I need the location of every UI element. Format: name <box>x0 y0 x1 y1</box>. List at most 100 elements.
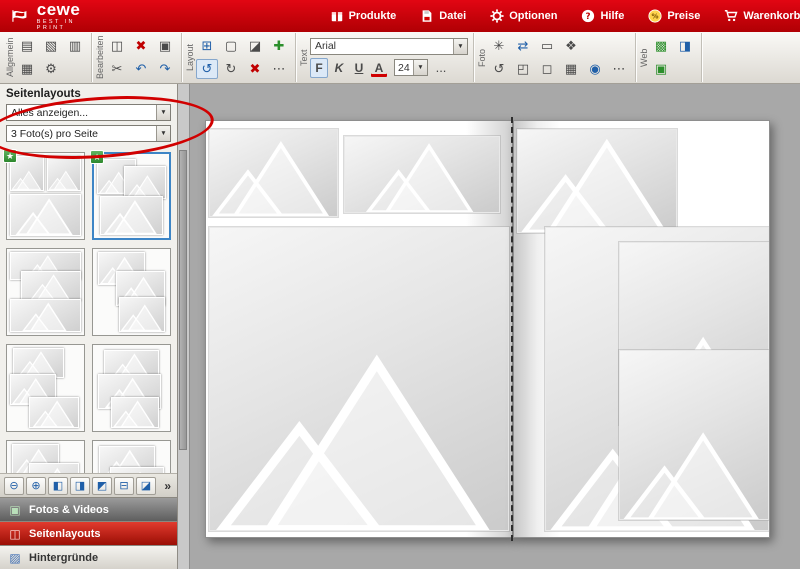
grid-button[interactable]: ⊞ <box>196 36 218 56</box>
delete-project-button[interactable]: ▥ <box>64 36 86 56</box>
photo-placeholder[interactable] <box>209 227 509 531</box>
layout-thumbnail-7[interactable] <box>6 440 85 473</box>
layout-more-button[interactable]: ⋯ <box>268 59 290 79</box>
redo-button[interactable]: ↷ <box>154 59 176 79</box>
sidebar-item-label: Hintergründe <box>29 552 98 564</box>
duplicate-page-button[interactable]: ◪ <box>244 36 266 56</box>
sidebar-item-label: Fotos & Videos <box>29 504 109 516</box>
paste-button[interactable]: ▣ <box>154 36 176 56</box>
layout-thumbnail-8[interactable] <box>92 440 171 473</box>
italic-button[interactable]: K <box>330 58 348 78</box>
web-gallery-button[interactable]: ▩ <box>650 36 672 56</box>
zoom-out-button[interactable]: ⊖ <box>4 477 24 495</box>
products-icon <box>330 9 344 23</box>
photo-crop-button[interactable]: ◰ <box>512 59 534 79</box>
photo-placeholder[interactable] <box>619 350 769 521</box>
settings-button[interactable]: ⚙ <box>40 59 62 79</box>
thumb-photo-slot <box>47 156 81 190</box>
menu-item-label: Datei <box>439 10 466 22</box>
layout-thumbnail-6[interactable] <box>92 344 171 432</box>
layout-category-select[interactable]: Alles anzeigen... ▼ <box>6 104 171 121</box>
delete-button[interactable]: ✖ <box>130 36 152 56</box>
photo-swap-button[interactable]: ⇄ <box>512 36 534 56</box>
cut-button[interactable]: ✂ <box>106 59 128 79</box>
toolbar-group-bearbeiten: Bearbeiten◫✖▣✂↶↷ <box>92 33 182 82</box>
save-as-button[interactable]: ▦ <box>16 59 38 79</box>
expand-panel-button[interactable]: » <box>164 479 173 493</box>
photo-placeholder[interactable] <box>209 129 338 216</box>
layout-view-2-button[interactable]: ◨ <box>70 477 90 495</box>
brand-name: cewe <box>37 1 88 18</box>
toolbar-group-layout: Layout⊞▢◪✚ ↺↻✖⋯ <box>182 33 296 82</box>
photo-enhance-button[interactable]: ✳ <box>488 36 510 56</box>
layout-thumbnail-2[interactable]: ★ <box>92 152 171 240</box>
font-color-button[interactable]: A <box>370 58 388 78</box>
sidebar-item-hintergr-nde[interactable]: ▨ Hintergründe <box>0 545 177 569</box>
insert-page-button[interactable]: ▢ <box>220 36 242 56</box>
bold-button[interactable]: F <box>310 58 328 78</box>
photos-per-page-select[interactable]: 3 Foto(s) pro Seite ▼ <box>6 125 171 142</box>
toolbar-group-label: Layout <box>184 35 196 80</box>
menu-item-produkte[interactable]: Produkte <box>330 9 397 23</box>
undo-button[interactable]: ↶ <box>130 59 152 79</box>
sidebar-scrollbar[interactable] <box>178 84 190 569</box>
toolbar-group-foto: Foto✳⇄▭❖↺◰◻▦◉⋯ <box>474 33 636 82</box>
layout-thumbnail-1[interactable]: ★ <box>6 152 85 240</box>
web-chart-button[interactable]: ◨ <box>674 36 696 56</box>
copy-button[interactable]: ◫ <box>106 36 128 56</box>
menu-item-label: Optionen <box>509 10 557 22</box>
add-page-button[interactable]: ✚ <box>268 36 290 56</box>
layout-thumbnail-grid: ★★ <box>0 146 177 473</box>
sidebar-item-label: Seitenlayouts <box>29 528 101 540</box>
photo-more-button[interactable]: ⋯ <box>608 59 630 79</box>
photo-placeholder[interactable] <box>517 129 678 233</box>
layout-thumbnail-4[interactable] <box>92 248 171 336</box>
scrollbar-thumb[interactable] <box>179 150 187 450</box>
photos-per-page-value: 3 Foto(s) pro Seite <box>11 128 98 140</box>
thumb-photo-slot <box>111 397 159 428</box>
sidebar-toolbar: ⊖⊕◧◨◩⊟◪ » <box>0 473 177 497</box>
menubar: Produkte Datei Optionen ?Hilfe %Preise Warenk… <box>330 9 800 23</box>
rotate-page-button[interactable]: ↺ <box>196 59 218 79</box>
layout-view-4-button[interactable]: ⊟ <box>114 477 134 495</box>
nav-backgrounds-icon: ▨ <box>7 551 23 565</box>
remove-page-button[interactable]: ✖ <box>244 59 266 79</box>
layout-thumbnail-3[interactable] <box>6 248 85 336</box>
menu-item-preise[interactable]: %Preise <box>648 9 700 23</box>
font-family-select[interactable]: Arial ▼ <box>310 38 468 55</box>
photo-border-button[interactable]: ▭ <box>536 36 558 56</box>
font-size-select[interactable]: 24 ▼ <box>394 59 428 76</box>
top-menu-bar: cewe BEST IN PRINT ProdukteDateiOptionen… <box>0 0 800 32</box>
menu-item-warenkorb[interactable]: Warenkorb <box>724 9 800 23</box>
rotate-right-button[interactable]: ↻ <box>220 59 242 79</box>
underline-button[interactable]: U <box>350 58 368 78</box>
open-project-button[interactable]: ▧ <box>40 36 62 56</box>
photo-globe-button[interactable]: ◉ <box>584 59 606 79</box>
nav-photos-icon: ▣ <box>7 503 23 517</box>
thumb-photo-slot <box>110 467 164 473</box>
sidebar-item-seitenlayouts[interactable]: ◫ Seitenlayouts <box>0 521 177 545</box>
layout-view-1-button[interactable]: ◧ <box>48 477 68 495</box>
photo-rotate-button[interactable]: ↺ <box>488 59 510 79</box>
toolbar-group-label: Web <box>638 35 650 80</box>
toolbar-group-text: Text Arial ▼ F K U A 24 ▼ ... <box>296 33 474 82</box>
book-spread <box>205 120 770 538</box>
menu-item-optionen[interactable]: Optionen <box>490 9 557 23</box>
photo-frame-button[interactable]: ◻ <box>536 59 558 79</box>
sidebar-item-fotos-videos[interactable]: ▣ Fotos & Videos <box>0 497 177 521</box>
layout-thumbnail-5[interactable] <box>6 344 85 432</box>
save-project-button[interactable]: ▤ <box>16 36 38 56</box>
zoom-in-button[interactable]: ⊕ <box>26 477 46 495</box>
text-more-button[interactable]: ... <box>430 58 452 78</box>
layout-view-3-button[interactable]: ◩ <box>92 477 112 495</box>
photo-effects-button[interactable]: ❖ <box>560 36 582 56</box>
nav-layouts-icon: ◫ <box>7 527 23 541</box>
menu-item-datei[interactable]: Datei <box>420 9 466 23</box>
menu-item-hilfe[interactable]: ?Hilfe <box>581 9 624 23</box>
layout-view-5-button[interactable]: ◪ <box>136 477 156 495</box>
web-upload-button[interactable]: ▣ <box>650 59 672 79</box>
photo-placeholder[interactable] <box>344 136 500 213</box>
thumb-photo-slot <box>10 194 81 235</box>
thumb-photo-slot <box>10 299 81 332</box>
photo-table-button[interactable]: ▦ <box>560 59 582 79</box>
